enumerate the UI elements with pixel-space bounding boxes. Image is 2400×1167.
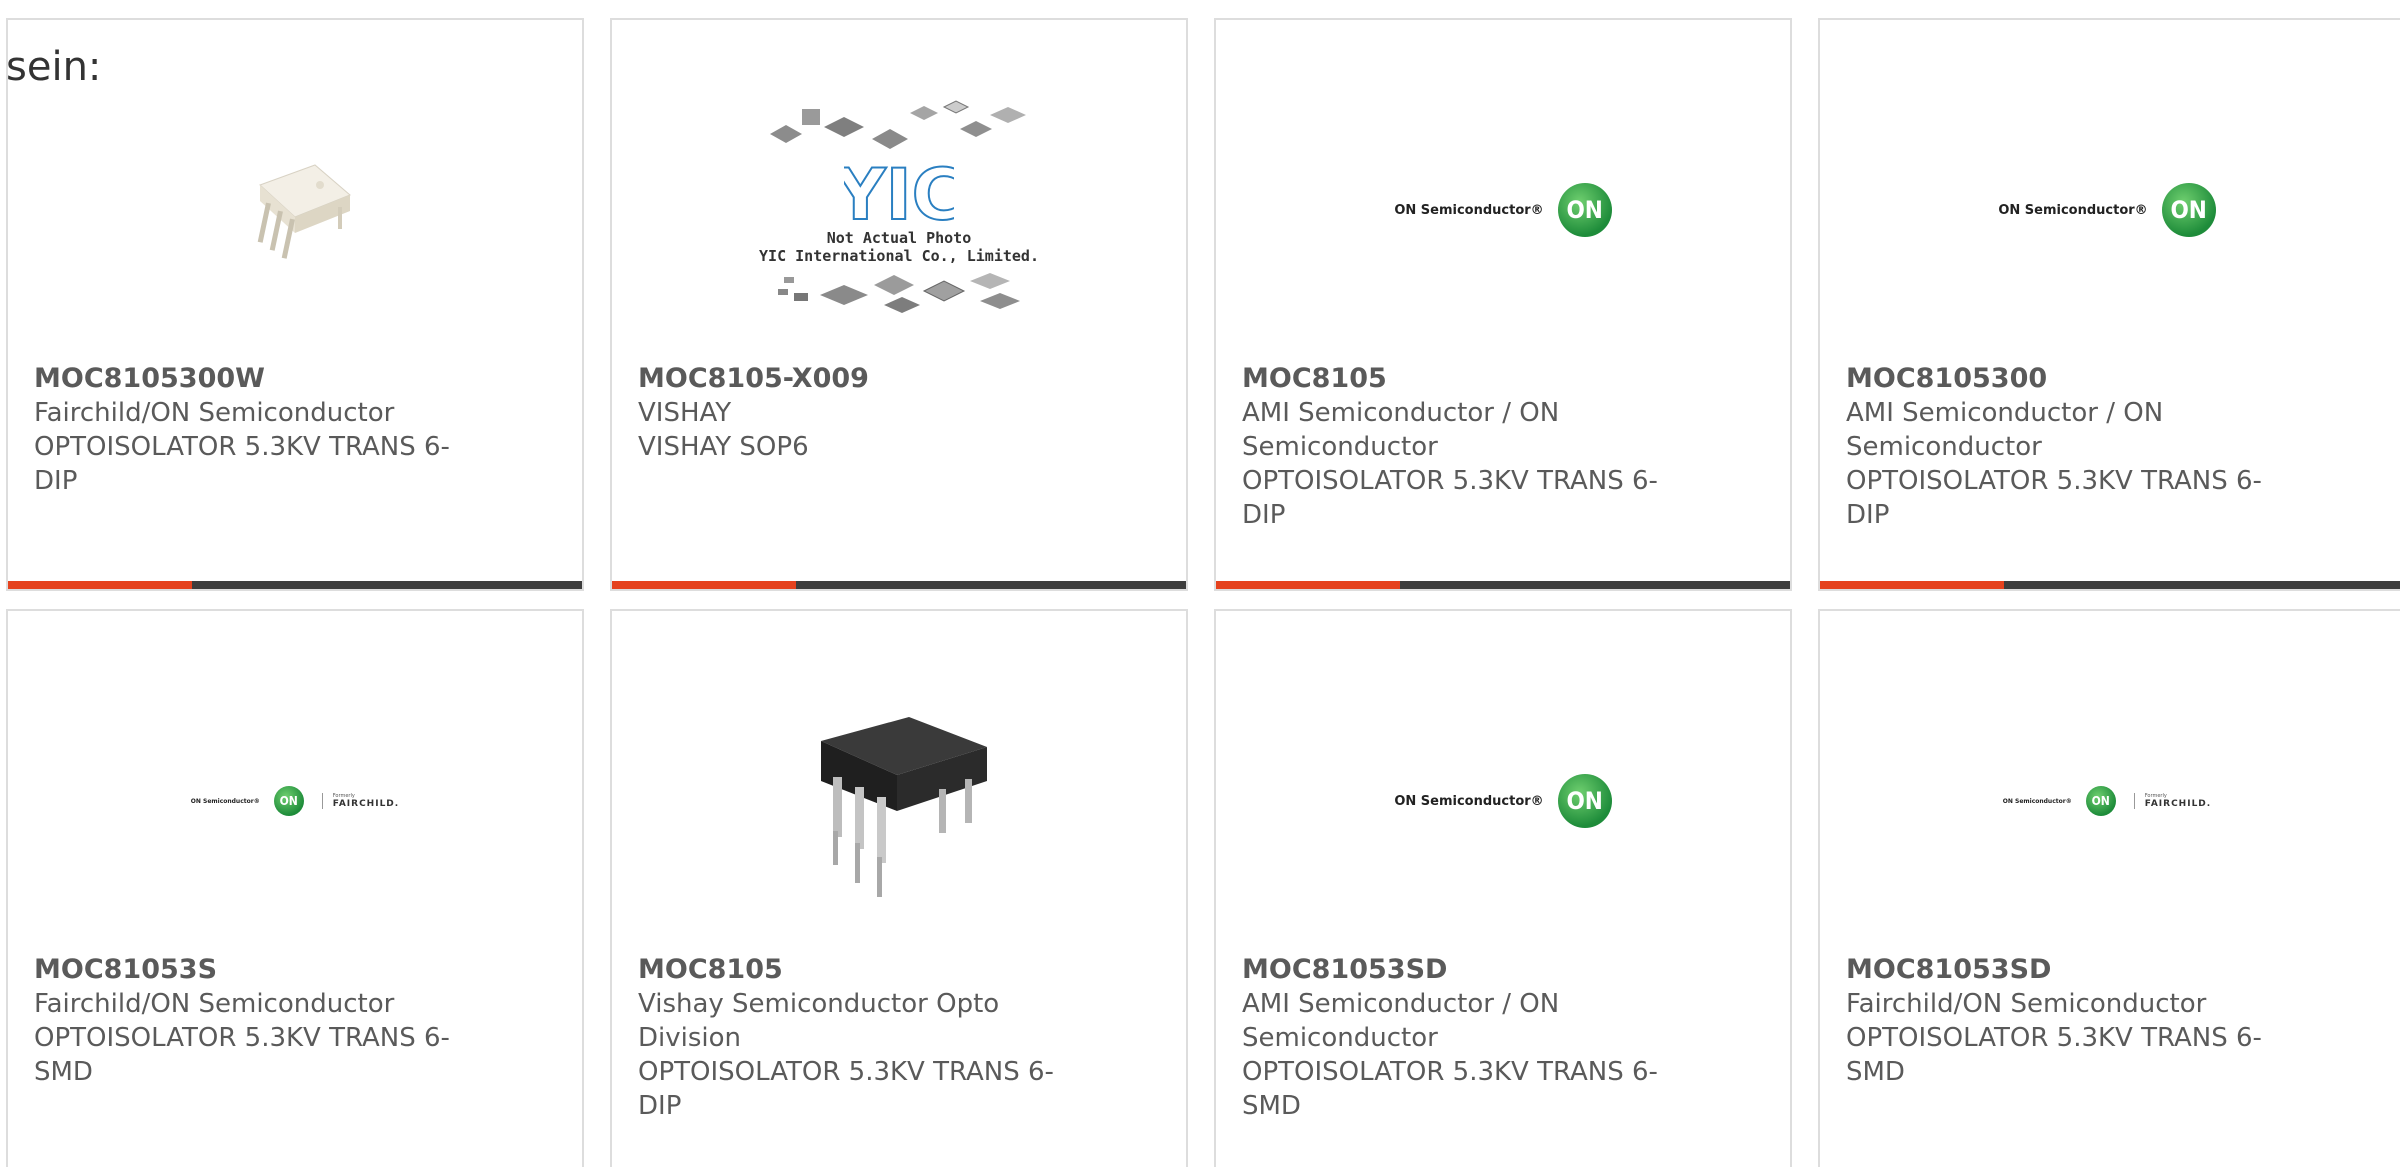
description: OPTOISOLATOR 5.3KV TRANS 6-SMD (34, 1023, 450, 1087)
product-info: MOC8105300W Fairchild/ON Semiconductor O… (34, 362, 464, 498)
yic-caption-1: Not Actual Photo (826, 229, 972, 247)
part-number-link[interactable]: MOC8105300 (1846, 362, 2276, 396)
fairchild-logo: Formerly FAIRCHILD. (2133, 793, 2212, 809)
ic-dip6-black-icon (821, 717, 987, 897)
part-number-link[interactable]: MOC81053SD (1242, 953, 1672, 987)
product-info: MOC8105 AMI Semiconductor / ON Semicondu… (1242, 362, 1672, 532)
on-semi-text: ON Semiconductor® (190, 797, 260, 805)
yic-logo-icon: YIC (844, 159, 954, 229)
product-card[interactable]: MOC8105 Vishay Semiconductor Opto Divisi… (610, 609, 1188, 1167)
chips-bottom-icon (778, 273, 1020, 313)
manufacturer: AMI Semiconductor / ON Semiconductor (1242, 398, 1560, 462)
description: OPTOISOLATOR 5.3KV TRANS 6-SMD (1846, 1023, 2262, 1087)
product-image[interactable]: ON Semiconductor® ON (1216, 641, 1790, 961)
on-semi-text: ON Semiconductor® (2002, 797, 2072, 805)
intro-text: sein: (6, 44, 102, 90)
manufacturer: AMI Semiconductor / ON Semiconductor (1242, 989, 1560, 1053)
on-fairchild-logo: ON Semiconductor® ON Formerly FAIRCHILD. (2003, 786, 2211, 816)
product-image[interactable]: ON Semiconductor® ON Formerly FAIRCHILD. (1820, 641, 2394, 961)
product-info: MOC81053SD AMI Semiconductor / ON Semico… (1242, 953, 1672, 1123)
product-image[interactable] (8, 50, 582, 370)
manufacturer: Fairchild/ON Semiconductor (34, 989, 395, 1019)
fairchild-name: FAIRCHILD. (332, 799, 400, 809)
product-image[interactable]: ON Semiconductor® ON Formerly FAIRCHILD. (8, 641, 582, 961)
product-card[interactable]: ON Semiconductor® ON Formerly FAIRCHILD.… (1818, 609, 2400, 1167)
product-image[interactable]: ON Semiconductor® ON (1216, 50, 1790, 370)
card-bar-accent (1216, 581, 1400, 589)
on-logo-icon: ON (1557, 183, 1612, 237)
on-logo-icon: ON (1557, 774, 1612, 828)
on-semiconductor-logo: ON Semiconductor® ON (1998, 183, 2216, 237)
description: VISHAY SOP6 (638, 432, 809, 462)
product-card[interactable]: ON Semiconductor® ON MOC8105 AMI Semicon… (1214, 18, 1792, 591)
product-card[interactable]: MOC8105300W Fairchild/ON Semiconductor O… (6, 18, 584, 591)
manufacturer: Vishay Semiconductor Opto Division (638, 989, 1000, 1053)
product-grid: MOC8105300W Fairchild/ON Semiconductor O… (0, 0, 2400, 1167)
part-number-link[interactable]: MOC8105 (1242, 362, 1672, 396)
product-card[interactable]: YIC Not Actual Photo YIC International C… (610, 18, 1188, 591)
part-number-link[interactable]: MOC8105 (638, 953, 1068, 987)
product-image[interactable] (612, 641, 1186, 961)
description: OPTOISOLATOR 5.3KV TRANS 6-DIP (638, 1057, 1054, 1121)
description: OPTOISOLATOR 5.3KV TRANS 6-DIP (1846, 466, 2262, 530)
product-image[interactable]: YIC Not Actual Photo YIC International C… (612, 50, 1186, 370)
on-semiconductor-logo: ON Semiconductor® ON (1394, 774, 1612, 828)
on-semi-text: ON Semiconductor® (1394, 793, 1544, 809)
card-bar-accent (8, 581, 192, 589)
on-logo-icon: ON (273, 786, 304, 816)
on-fairchild-logo: ON Semiconductor® ON Formerly FAIRCHILD. (191, 786, 399, 816)
on-semiconductor-logo: ON Semiconductor® ON (1394, 183, 1612, 237)
part-number-link[interactable]: MOC81053SD (1846, 953, 2276, 987)
manufacturer: Fairchild/ON Semiconductor (1846, 989, 2207, 1019)
card-bar (612, 581, 1186, 589)
chips-top-icon (770, 100, 1026, 149)
product-info: MOC8105300 AMI Semiconductor / ON Semico… (1846, 362, 2276, 532)
part-number-link[interactable]: MOC8105300W (34, 362, 464, 396)
part-number-link[interactable]: MOC81053S (34, 953, 464, 987)
yic-placeholder-image: YIC Not Actual Photo YIC International C… (759, 99, 1039, 321)
product-info: MOC8105-X009 VISHAY VISHAY SOP6 (638, 362, 1068, 464)
fairchild-logo: Formerly FAIRCHILD. (321, 793, 400, 809)
fairchild-name: FAIRCHILD. (2144, 799, 2212, 809)
card-bar-accent (612, 581, 796, 589)
product-image[interactable]: ON Semiconductor® ON (1820, 50, 2394, 370)
product-info: MOC8105 Vishay Semiconductor Opto Divisi… (638, 953, 1068, 1123)
card-bar-accent (1820, 581, 2004, 589)
description: OPTOISOLATOR 5.3KV TRANS 6-DIP (1242, 466, 1658, 530)
part-number-link[interactable]: MOC8105-X009 (638, 362, 1068, 396)
manufacturer: AMI Semiconductor / ON Semiconductor (1846, 398, 2164, 462)
description: OPTOISOLATOR 5.3KV TRANS 6-DIP (34, 432, 450, 496)
ic-dip6-white-icon (257, 164, 351, 259)
description: OPTOISOLATOR 5.3KV TRANS 6-SMD (1242, 1057, 1658, 1121)
on-logo-icon: ON (2161, 183, 2216, 237)
card-bar (1820, 581, 2400, 589)
card-bar (8, 581, 582, 589)
svg-text:YIC: YIC (844, 159, 954, 229)
manufacturer: VISHAY (638, 398, 732, 428)
product-info: MOC81053SD Fairchild/ON Semiconductor OP… (1846, 953, 2276, 1089)
yic-caption-2: YIC International Co., Limited. (759, 247, 1039, 265)
product-info: MOC81053S Fairchild/ON Semiconductor OPT… (34, 953, 464, 1089)
manufacturer: Fairchild/ON Semiconductor (34, 398, 395, 428)
card-bar (1216, 581, 1790, 589)
on-logo-icon: ON (2085, 786, 2116, 816)
product-card[interactable]: ON Semiconductor® ON MOC8105300 AMI Semi… (1818, 18, 2400, 591)
on-semi-text: ON Semiconductor® (1394, 202, 1544, 218)
product-card[interactable]: ON Semiconductor® ON MOC81053SD AMI Semi… (1214, 609, 1792, 1167)
on-semi-text: ON Semiconductor® (1998, 202, 2148, 218)
product-grid-page: sein: MOC8105300W Fairchild/ON Semicondu… (0, 0, 2400, 1167)
product-card[interactable]: ON Semiconductor® ON Formerly FAIRCHILD.… (6, 609, 584, 1167)
